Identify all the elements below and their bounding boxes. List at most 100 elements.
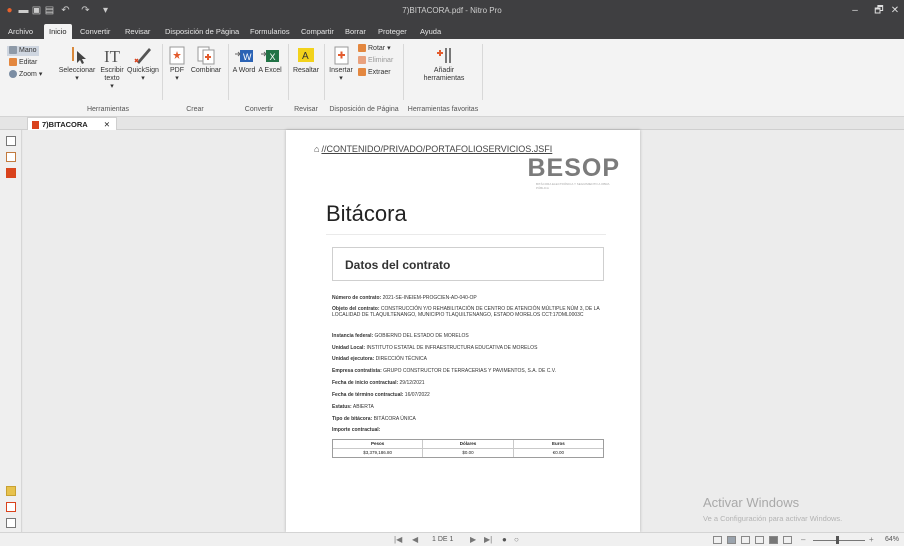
field-objeto-contrato: Objeto del contrato: CONSTRUCCIÓN Y/O RE… <box>332 306 600 318</box>
status-bar: |◀ ◀ 1 DE 1 ▶ ▶| ● ○ – + 64% <box>0 532 904 546</box>
tab-compartir[interactable]: Compartir <box>296 24 339 39</box>
insert-page-icon <box>334 46 349 65</box>
breadcrumb-link[interactable]: ⌂//CONTENIDO/PRIVADO/PORTAFOLIOSERVICIOS… <box>314 144 552 154</box>
group-separator <box>482 44 483 100</box>
svg-text:IT: IT <box>104 47 121 65</box>
fit-width-icon[interactable] <box>769 536 778 544</box>
attachments-panel-icon[interactable] <box>6 168 16 178</box>
field-importe: Importe contractual: <box>332 427 381 433</box>
back-view-icon[interactable]: ● <box>502 534 507 546</box>
type-text-button[interactable]: IT Escribir texto ▾ <box>98 45 126 91</box>
tab-proteger[interactable]: Proteger <box>373 24 412 39</box>
section-title: Datos del contrato <box>345 258 451 272</box>
pdf-page[interactable]: ⌂//CONTENIDO/PRIVADO/PORTAFOLIOSERVICIOS… <box>286 130 640 532</box>
field-instancia-federal: Instancia federal: GOBIERNO DEL ESTADO D… <box>332 333 469 339</box>
page-title: Bitácora <box>326 201 407 226</box>
extract-button[interactable]: Extraer <box>358 68 391 78</box>
pages-panel-icon[interactable] <box>6 136 16 146</box>
hand-tool-button[interactable]: Mano <box>7 46 39 56</box>
table-cell: $0.00 <box>423 449 514 457</box>
group-separator <box>162 44 163 100</box>
tab-convertir[interactable]: Convertir <box>75 24 115 39</box>
delete-page-button[interactable]: Eliminar <box>358 56 393 66</box>
combine-files-icon <box>197 46 215 65</box>
close-button[interactable]: ✕ <box>886 0 904 22</box>
zoom-in-icon[interactable]: + <box>869 534 874 546</box>
highlight-icon: A <box>298 48 314 62</box>
svg-text:A: A <box>302 51 309 62</box>
field-tipo-bitacora: Tipo de bitácora: BITÁCORA ÚNICA <box>332 416 416 422</box>
comments-panel-icon[interactable] <box>6 486 16 496</box>
edit-button[interactable]: Editar <box>9 58 37 68</box>
combine-button[interactable]: Combinar <box>190 45 222 75</box>
facing-view-icon[interactable] <box>741 536 750 544</box>
forward-view-icon[interactable]: ○ <box>514 534 519 546</box>
divider <box>326 234 606 235</box>
title-bar: ● ▬ ▣ ▤ ↶ ↷ ▾ 7)BITACORA.pdf - Nitro Pro… <box>0 0 904 22</box>
fit-page-icon[interactable] <box>783 536 792 544</box>
table-row: $3,379,186.80 $0.00 €0.00 <box>333 449 603 457</box>
field-fecha-inicio: Fecha de inicio contractual: 29/12/2021 <box>332 380 425 386</box>
zoom-slider-track[interactable] <box>813 540 865 541</box>
tab-archivo[interactable]: Archivo <box>3 24 38 39</box>
signature-pen-icon <box>134 48 151 64</box>
continuous-view-icon[interactable] <box>727 536 736 544</box>
highlight-button[interactable]: A Resaltar <box>291 45 321 75</box>
new-pdf-icon <box>169 46 185 65</box>
document-tab[interactable]: 7)BITACORA ✕ <box>27 117 117 131</box>
tab-formularios[interactable]: Formularios <box>245 24 295 39</box>
tab-inicio[interactable]: Inicio <box>44 24 72 39</box>
insert-button[interactable]: Insertar ▾ <box>327 45 355 83</box>
group-label-convertir: Convertir <box>244 106 274 113</box>
bookmarks-panel-icon[interactable] <box>6 152 16 162</box>
rotate-icon <box>358 44 366 53</box>
group-label-revisar: Revisar <box>294 106 318 113</box>
document-tab-strip: 7)BITACORA ✕ <box>0 117 904 131</box>
group-separator <box>324 44 325 100</box>
field-unidad-ejecutora: Unidad ejecutora: DIRECCIÓN TÉCNICA <box>332 356 427 362</box>
create-pdf-button[interactable]: PDF ▾ <box>166 45 188 83</box>
table-header: Euros <box>551 441 565 446</box>
zoom-out-icon[interactable]: – <box>801 534 805 546</box>
extract-icon <box>358 68 366 77</box>
field-numero-contrato: Número de contrato: 2021-SE-INEIEM-PROGC… <box>332 295 477 301</box>
select-button[interactable]: Seleccionar ▾ <box>56 45 98 83</box>
group-separator <box>288 44 289 100</box>
to-excel-button[interactable]: X A Excel <box>258 45 282 75</box>
tab-disposicion[interactable]: Disposición de Página <box>160 24 244 39</box>
menu-bar: Archivo Inicio Convertir Revisar Disposi… <box>0 22 904 39</box>
zoom-level[interactable]: 64% <box>885 534 899 546</box>
to-word-button[interactable]: W A Word <box>232 45 256 75</box>
activation-watermark-subtitle: Ve a Configuración para activar Windows. <box>703 514 843 523</box>
last-page-icon[interactable]: ▶| <box>484 534 492 546</box>
select-cursor-icon <box>72 47 86 64</box>
page-indicator[interactable]: 1 DE 1 <box>432 534 453 546</box>
minimize-button[interactable]: – <box>842 0 868 22</box>
tab-borrar[interactable]: Borrar <box>340 24 371 39</box>
excel-icon: X <box>261 50 279 62</box>
zoom-button[interactable]: Zoom ▾ <box>9 70 42 80</box>
table-header-row: Pesos Dólares Euros <box>333 440 603 449</box>
tab-revisar[interactable]: Revisar <box>120 24 155 39</box>
output-panel-icon[interactable] <box>6 502 16 512</box>
quicksign-button[interactable]: QuickSign ▾ <box>126 45 160 83</box>
single-page-view-icon[interactable] <box>713 536 722 544</box>
next-page-icon[interactable]: ▶ <box>470 534 476 546</box>
window-title: 7)BITACORA.pdf - Nitro Pro <box>402 6 502 15</box>
tab-ayuda[interactable]: Ayuda <box>415 24 446 39</box>
add-tools-button[interactable]: Añadir herramientas <box>418 45 470 83</box>
ribbon: Mano Editar Zoom ▾ Seleccionar ▾ IT Escri… <box>0 39 904 117</box>
group-label-herramientas: Herramientas <box>86 106 129 113</box>
svg-text:W: W <box>243 52 252 62</box>
zoom-icon <box>9 70 17 79</box>
field-empresa-contratista: Empresa contratista: GRUPO CONSTRUCTOR D… <box>332 368 556 374</box>
zoom-slider-handle[interactable] <box>836 536 839 544</box>
facing-continuous-view-icon[interactable] <box>755 536 764 544</box>
home-icon: ⌂ <box>314 144 320 154</box>
rotate-button[interactable]: Rotar ▾ <box>358 44 391 54</box>
section-box: Datos del contrato <box>332 247 604 281</box>
fields-panel-icon[interactable] <box>6 518 16 528</box>
first-page-icon[interactable]: |◀ <box>394 534 402 546</box>
previous-page-icon[interactable]: ◀ <box>412 534 418 546</box>
group-separator <box>403 44 404 100</box>
